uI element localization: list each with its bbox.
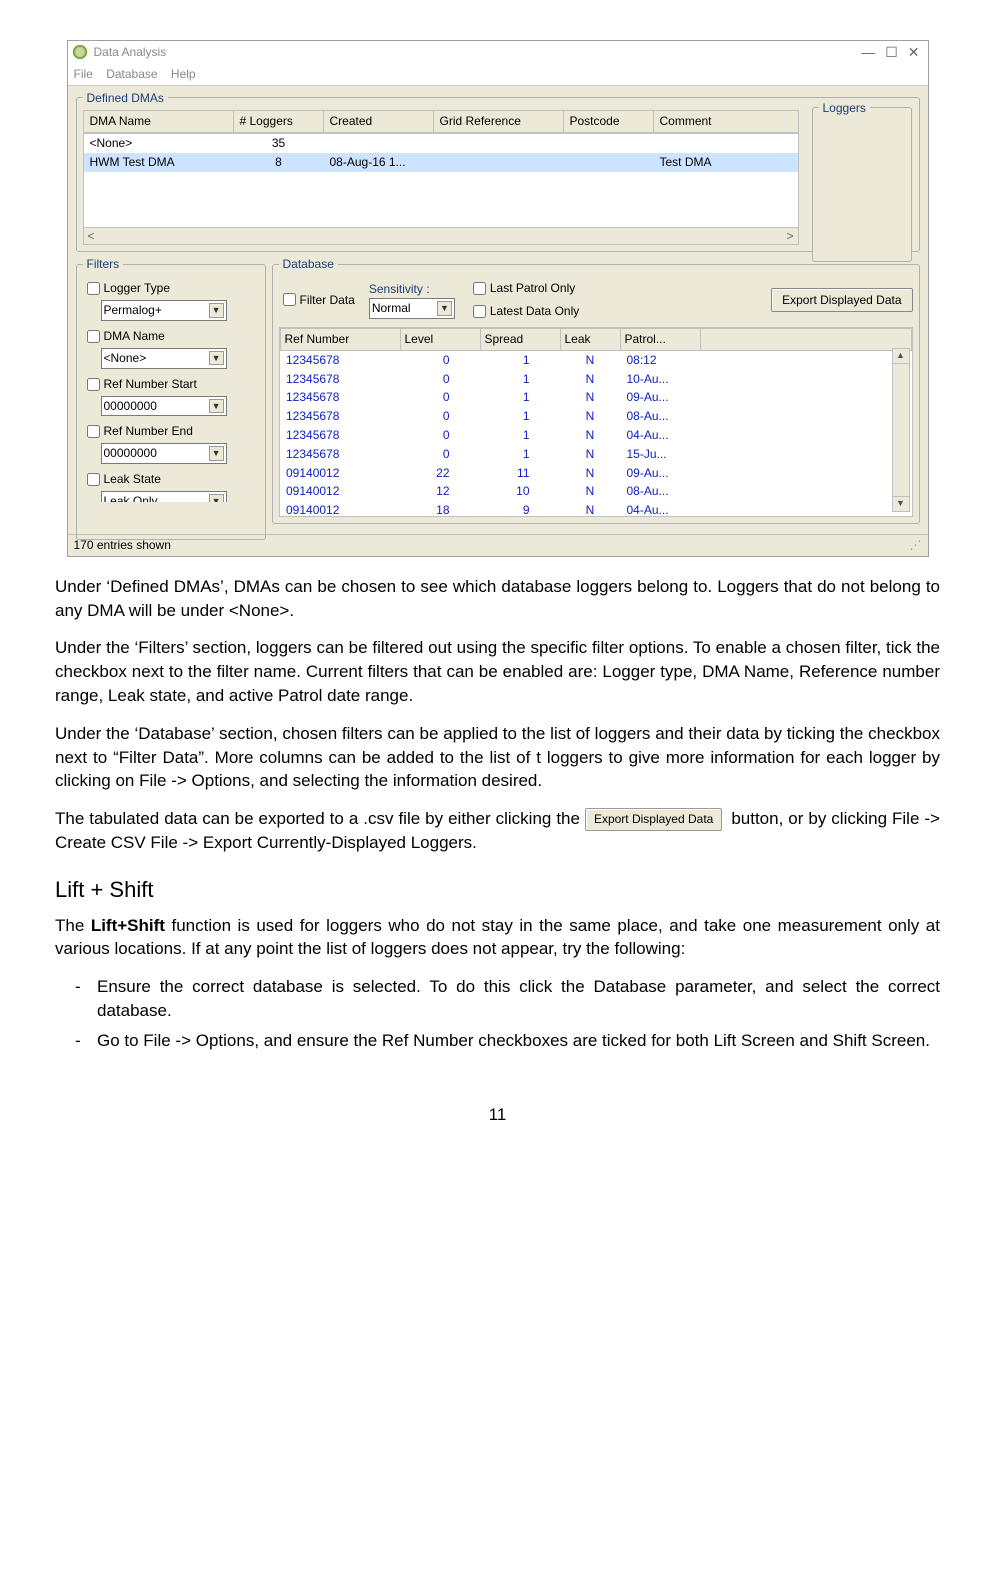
menu-database[interactable]: Database — [106, 67, 157, 81]
window-title: Data Analysis — [94, 44, 862, 61]
database-group: Database Filter Data Sensitivity : Norma… — [272, 256, 920, 524]
h-scrollbar[interactable]: <> — [84, 227, 798, 244]
table-row[interactable]: 1234567801N08-Au... — [280, 407, 911, 426]
table-row[interactable]: 1234567801N08:12 — [280, 350, 911, 369]
table-row[interactable]: 091400122211N09-Au... — [280, 464, 911, 483]
filters-legend: Filters — [83, 256, 124, 273]
chk-ref-end-box[interactable] — [87, 425, 100, 438]
loggers-legend: Loggers — [819, 100, 870, 117]
logger-grid[interactable]: Ref Number Level Spread Leak Patrol... 1… — [279, 327, 913, 517]
col-grid-ref[interactable]: Grid Reference — [433, 111, 563, 133]
defined-dmas-group: Defined DMAs DMA Name # Loggers Created … — [76, 90, 920, 253]
app-icon — [72, 44, 88, 60]
table-row[interactable]: 09140012189N04-Au... — [280, 501, 911, 517]
dma-list[interactable]: <None> 35 HWM Test DMA 8 08-Aug-16 1... … — [83, 133, 799, 245]
chk-dma-name[interactable]: DMA Name — [83, 327, 259, 346]
v-scrollbar[interactable]: ▲▼ — [892, 348, 910, 512]
database-legend: Database — [279, 256, 338, 273]
combo-sensitivity[interactable]: Normal — [369, 298, 455, 319]
filters-group: Filters Logger Type Permalog+ DMA Name <… — [76, 256, 266, 540]
list-item: Go to File -> Options, and ensure the Re… — [97, 1029, 940, 1053]
export-displayed-data-button[interactable]: Export Displayed Data — [771, 288, 912, 313]
gcol-spread[interactable]: Spread — [480, 328, 560, 350]
para-export: The tabulated data can be exported to a … — [55, 807, 940, 855]
dma-row-none: <None> 35 — [84, 134, 798, 153]
table-row[interactable]: 1234567801N09-Au... — [280, 388, 911, 407]
data-analysis-window: Data Analysis — ☐ ✕ File Database Help D… — [67, 40, 929, 557]
combo-ref-start[interactable]: 00000000 — [101, 396, 227, 417]
defined-dmas-legend: Defined DMAs — [83, 90, 168, 107]
titlebar: Data Analysis — ☐ ✕ — [68, 41, 928, 64]
loggers-group: Loggers — [812, 100, 912, 262]
chk-filter-data-box[interactable] — [283, 293, 296, 306]
inline-export-button: Export Displayed Data — [585, 808, 722, 831]
chk-ref-end[interactable]: Ref Number End — [83, 422, 259, 441]
para-lift-shift: The Lift+Shift function is used for logg… — [55, 914, 940, 962]
col-postcode[interactable]: Postcode — [563, 111, 653, 133]
chk-ref-start-box[interactable] — [87, 378, 100, 391]
combo-dma-name[interactable]: <None> — [101, 348, 227, 369]
gcol-leak[interactable]: Leak — [560, 328, 620, 350]
heading-lift-shift: Lift + Shift — [55, 875, 940, 906]
chk-latest-data[interactable]: Latest Data Only — [469, 302, 579, 321]
chk-leak-state[interactable]: Leak State — [83, 470, 259, 489]
chk-last-patrol[interactable]: Last Patrol Only — [469, 279, 579, 298]
col-loggers[interactable]: # Loggers — [233, 111, 323, 133]
page-number: 11 — [55, 1103, 940, 1127]
table-row[interactable]: 1234567801N04-Au... — [280, 426, 911, 445]
col-created[interactable]: Created — [323, 111, 433, 133]
close-button[interactable]: ✕ — [908, 45, 920, 59]
col-comment[interactable]: Comment — [653, 111, 798, 133]
menubar: File Database Help — [68, 64, 928, 86]
col-dma-name[interactable]: DMA Name — [83, 111, 233, 133]
combo-ref-end[interactable]: 00000000 — [101, 443, 227, 464]
sensitivity-label: Sensitivity : — [369, 281, 455, 298]
dma-row-hwm: HWM Test DMA 8 08-Aug-16 1... Test DMA — [84, 153, 798, 172]
menu-help[interactable]: Help — [171, 67, 196, 81]
chk-logger-type[interactable]: Logger Type — [83, 279, 259, 298]
resize-grip-icon[interactable]: ⋰ — [910, 537, 922, 554]
gcol-level[interactable]: Level — [400, 328, 480, 350]
combo-logger-type[interactable]: Permalog+ — [101, 300, 227, 321]
chk-filter-data[interactable]: Filter Data — [279, 290, 355, 309]
dma-header: DMA Name # Loggers Created Grid Referenc… — [83, 110, 799, 133]
gcol-patrol[interactable]: Patrol... — [620, 328, 700, 350]
para-database: Under the ‘Database’ section, chosen fil… — [55, 722, 940, 793]
chk-latest-data-box[interactable] — [473, 305, 486, 318]
table-row[interactable]: 091400121210N08-Au... — [280, 482, 911, 501]
menu-file[interactable]: File — [74, 67, 93, 81]
table-row[interactable]: 1234567801N10-Au... — [280, 370, 911, 389]
chk-last-patrol-box[interactable] — [473, 282, 486, 295]
para-filters: Under the ‘Filters’ section, loggers can… — [55, 636, 940, 707]
chk-logger-type-box[interactable] — [87, 282, 100, 295]
list-item: Ensure the correct database is selected.… — [97, 975, 940, 1023]
chk-ref-start[interactable]: Ref Number Start — [83, 375, 259, 394]
chk-leak-state-box[interactable] — [87, 473, 100, 486]
para-defined-dmas: Under ‘Defined DMAs’, DMAs can be chosen… — [55, 575, 940, 623]
maximize-button[interactable]: ☐ — [885, 45, 898, 59]
troubleshoot-list: Ensure the correct database is selected.… — [55, 975, 940, 1052]
minimize-button[interactable]: — — [861, 45, 875, 59]
combo-leak-state[interactable]: Leak Only — [101, 491, 227, 502]
table-row[interactable]: 1234567801N15-Ju... — [280, 445, 911, 464]
gcol-ref[interactable]: Ref Number — [280, 328, 400, 350]
chk-dma-name-box[interactable] — [87, 330, 100, 343]
